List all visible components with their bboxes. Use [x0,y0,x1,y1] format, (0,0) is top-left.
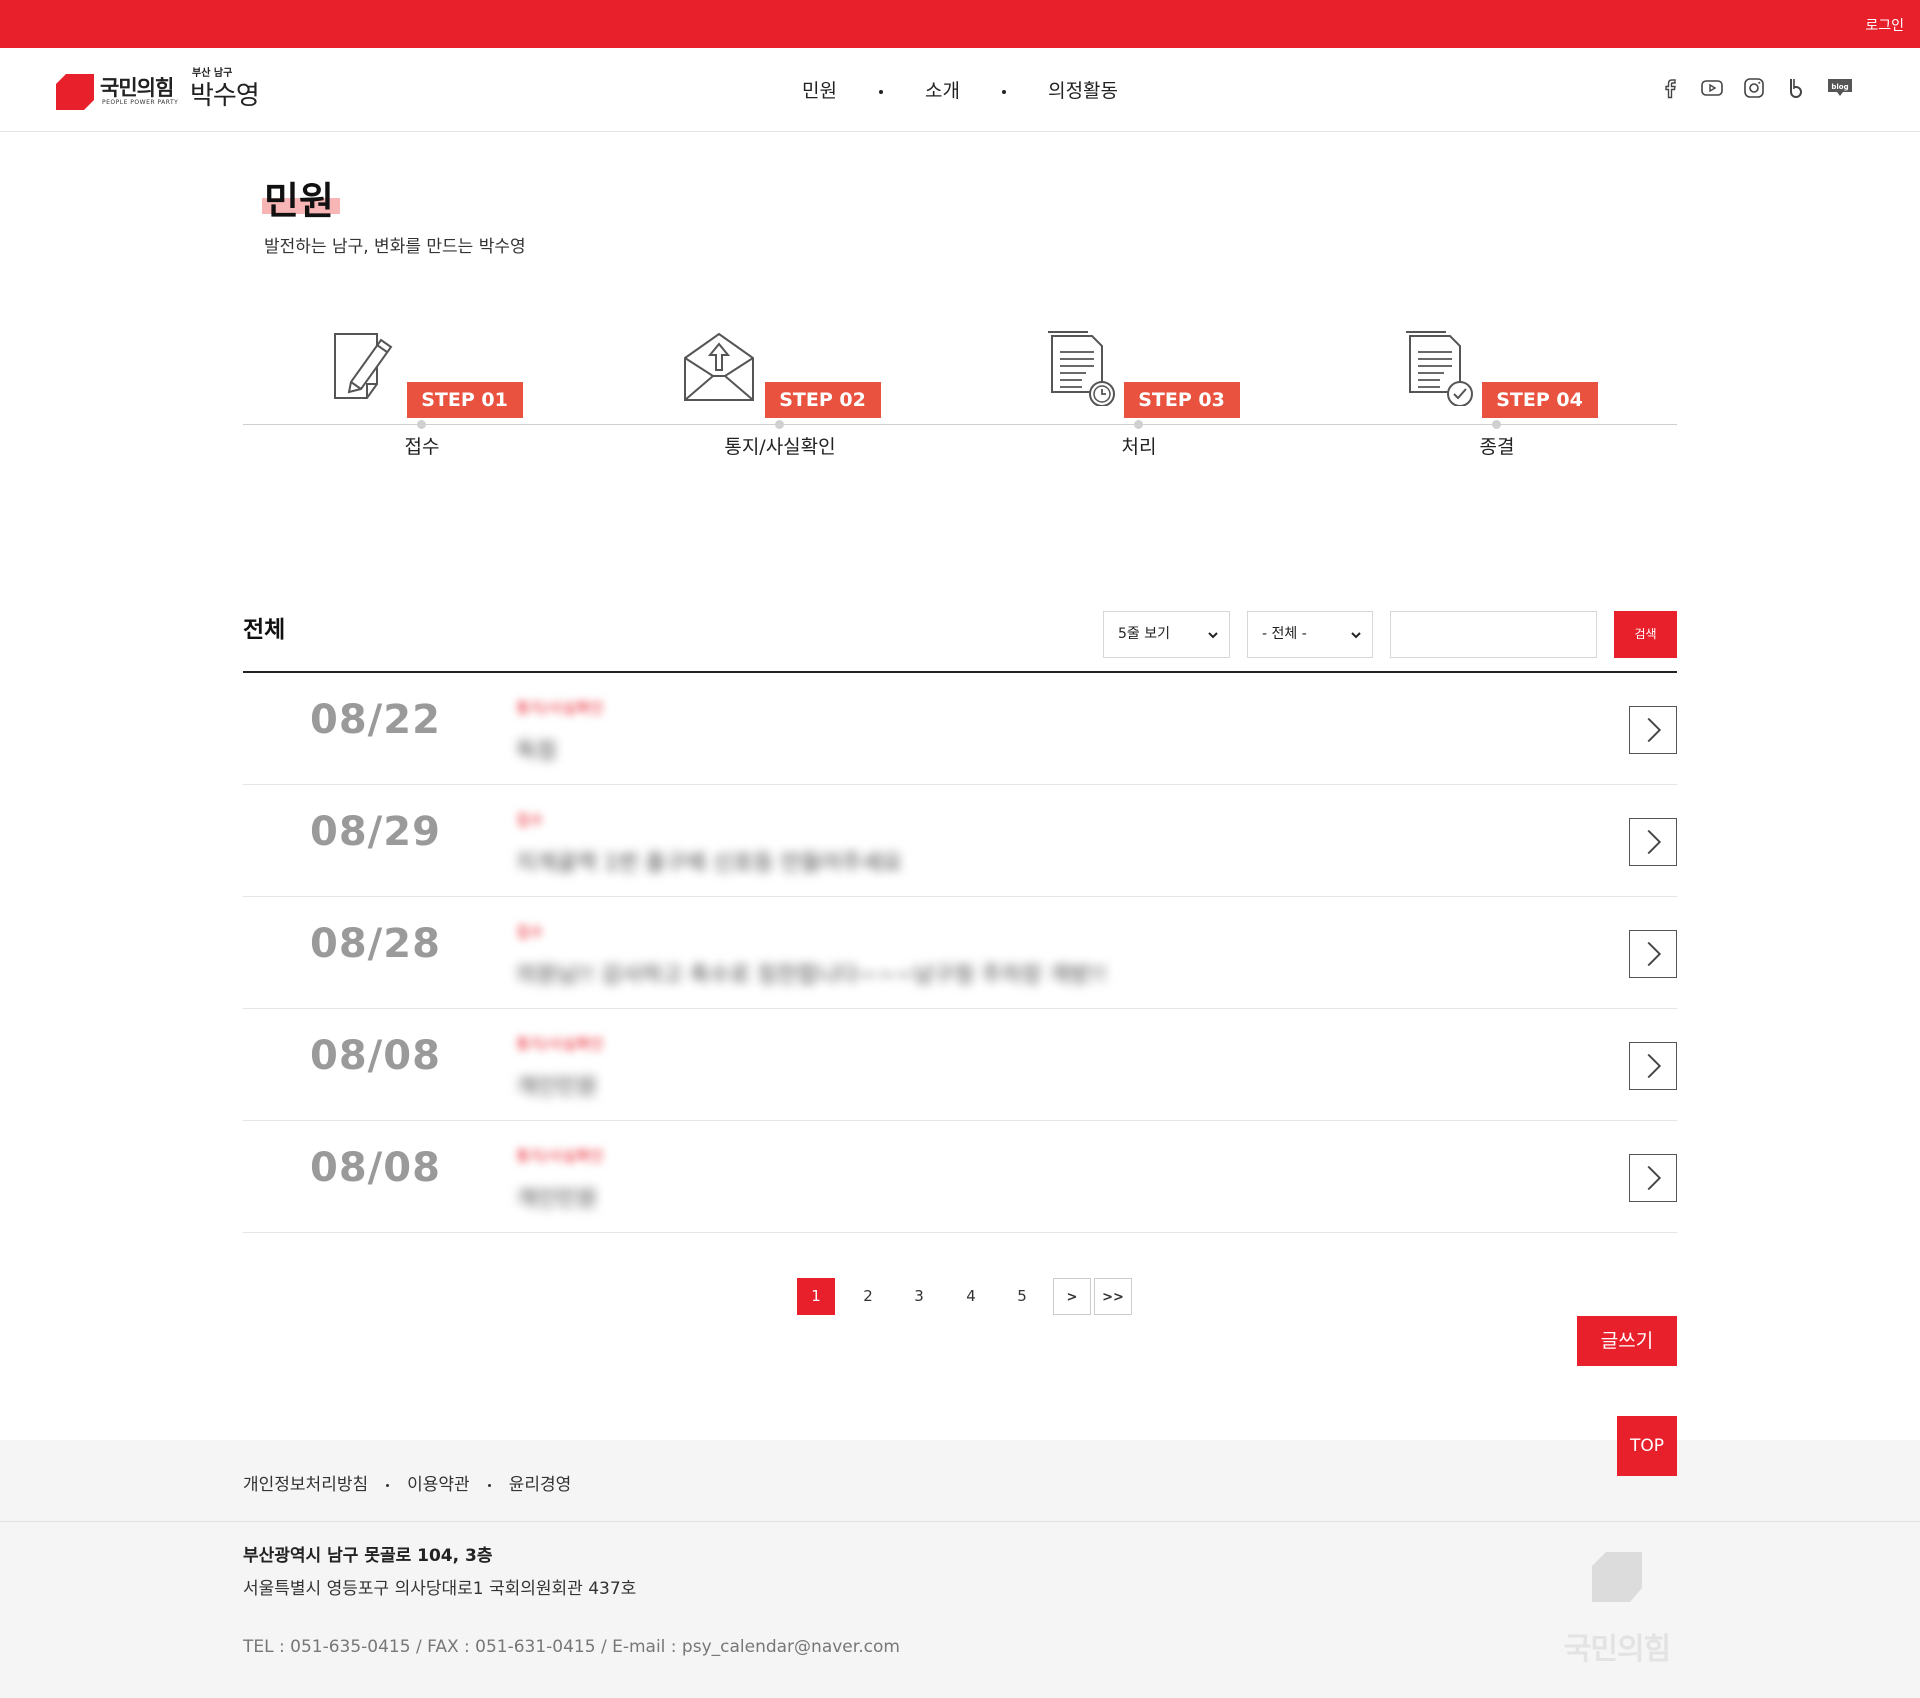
search-input[interactable] [1390,611,1597,658]
footer-logo-text: 국민의힘 [1563,1632,1671,1667]
blog-icon-label: blog [1831,83,1848,91]
item-status: 통지/사실확인 [516,1035,604,1053]
step-node [1492,420,1501,429]
footer-link-ethics[interactable]: 윤리경영 [509,1475,572,1495]
step-2: STEP 02 통지/사실확인 [670,326,890,459]
category-select[interactable]: - 전체 - [1247,611,1373,658]
footer-link-privacy[interactable]: 개인정보처리방침 [243,1475,368,1495]
item-status: 접수 [516,811,544,829]
footer-separator [386,1483,390,1487]
social-links: blog [1658,76,1854,100]
step-badge: STEP 04 [1481,382,1598,418]
footer-logo: 국민의힘 [1556,1552,1678,1667]
chevron-right-icon[interactable] [1629,706,1677,754]
list-heading: 전체 [243,617,286,643]
step-3: STEP 03 처리 [1029,326,1249,459]
main-nav: 민원 소개 의정활동 [0,76,1920,103]
nav-separator [878,89,883,94]
rows-per-page-value: 5줄 보기 [1118,626,1170,642]
step-node [417,420,426,429]
rows-per-page-select[interactable]: 5줄 보기 [1103,611,1230,658]
login-link[interactable]: 로그인 [1865,15,1904,35]
step-label: 처리 [1121,436,1157,458]
instagram-icon[interactable] [1742,76,1766,100]
item-title[interactable]: 독점 [516,733,556,765]
footer-separator [487,1483,491,1487]
document-clock-icon [1048,331,1116,407]
page-3[interactable]: 3 [900,1278,938,1315]
facebook-icon[interactable] [1658,76,1682,100]
item-title[interactable]: 의원님!! 감사하고 축수로 칭찬합니다~~~남구청 주차장 개방!! [516,957,1107,989]
site-header: 국민의힘 PEOPLE POWER PARTY 부산 남구 박수영 민원 소개 … [0,48,1920,132]
envelope-upload-icon [684,332,755,401]
list-item[interactable]: 08/22 통지/사실확인 독점 [243,673,1677,785]
item-status: 통지/사실확인 [516,1147,604,1165]
top-bar: 로그인 [0,0,1920,48]
page-4[interactable]: 4 [952,1278,990,1315]
item-title[interactable]: 지게골역 1번 출구에 신호등 만들어주세요 [516,845,902,877]
step-badge: STEP 03 [1123,382,1240,418]
category-value: - 전체 - [1262,626,1307,642]
search-button[interactable]: 검색 [1614,611,1677,658]
footer-divider [0,1521,1920,1522]
chevron-right-icon[interactable] [1629,818,1677,866]
last-page-button[interactable]: >> [1094,1278,1132,1315]
footer-link-terms[interactable]: 이용약관 [407,1475,470,1495]
step-badge: STEP 02 [764,382,881,418]
band-icon[interactable] [1784,76,1808,100]
step-label: 종결 [1479,436,1515,458]
step-label: 통지/사실확인 [724,436,836,458]
item-date: 08/28 [310,921,441,967]
page-2[interactable]: 2 [849,1278,887,1315]
page-title: 민원 [264,179,334,223]
list-item[interactable]: 08/29 접수 지게골역 1번 출구에 신호등 만들어주세요 [243,785,1677,897]
item-title[interactable]: 개인민원 [516,1069,597,1101]
list-item[interactable]: 08/28 접수 의원님!! 감사하고 축수로 칭찬합니다~~~남구청 주차장 … [243,897,1677,1009]
blog-icon[interactable]: blog [1826,76,1854,100]
item-date: 08/22 [310,697,441,743]
page-subtitle: 발전하는 남구, 변화를 만드는 박수영 [264,237,526,257]
footer-contact: TEL : 051-635-0415 / FAX : 051-631-0415 … [243,1637,900,1657]
chevron-down-icon [1208,632,1218,639]
chevron-down-icon [1351,632,1361,639]
footer-links: 개인정보처리방침 이용약관 윤리경영 [243,1470,571,1495]
party-logo-icon [1592,1552,1642,1602]
chevron-right-icon[interactable] [1629,930,1677,978]
item-date: 08/08 [310,1033,441,1079]
item-date: 08/08 [310,1145,441,1191]
nav-item-civil[interactable]: 민원 [802,76,837,103]
step-node [775,420,784,429]
step-4: STEP 04 종결 [1387,326,1607,459]
nav-item-intro[interactable]: 소개 [925,76,960,103]
page-5[interactable]: 5 [1003,1278,1041,1315]
footer-address-busan: 부산광역시 남구 못골로 104, 3층 [243,1546,493,1566]
step-badge: STEP 01 [406,382,523,418]
site-footer: 개인정보처리방침 이용약관 윤리경영 부산광역시 남구 못골로 104, 3층 서울… [0,1440,1920,1698]
chevron-right-icon[interactable] [1629,1042,1677,1090]
footer-address-seoul: 서울특별시 영등포구 의사당대로1 국회의원회관 437호 [243,1579,637,1599]
document-check-icon [1406,331,1474,407]
item-status: 통지/사실확인 [516,699,604,717]
next-page-button[interactable]: > [1053,1278,1091,1315]
nav-item-activity[interactable]: 의정활동 [1048,76,1118,103]
item-status: 접수 [516,923,544,941]
pencil-document-icon [334,333,393,399]
list-item[interactable]: 08/08 통지/사실확인 개인민원 [243,1009,1677,1121]
page-1[interactable]: 1 [797,1278,835,1315]
chevron-right-icon[interactable] [1629,1154,1677,1202]
item-title[interactable]: 개인민원 [516,1181,597,1213]
step-label: 접수 [404,436,440,458]
list-item[interactable]: 08/08 통지/사실확인 개인민원 [243,1121,1677,1233]
write-button[interactable]: 글쓰기 [1577,1316,1677,1366]
step-1: STEP 01 접수 [312,326,532,459]
step-node [1134,420,1143,429]
nav-separator [1002,89,1007,94]
youtube-icon[interactable] [1700,76,1724,100]
scroll-top-button[interactable]: TOP [1617,1416,1677,1476]
item-date: 08/29 [310,809,441,855]
